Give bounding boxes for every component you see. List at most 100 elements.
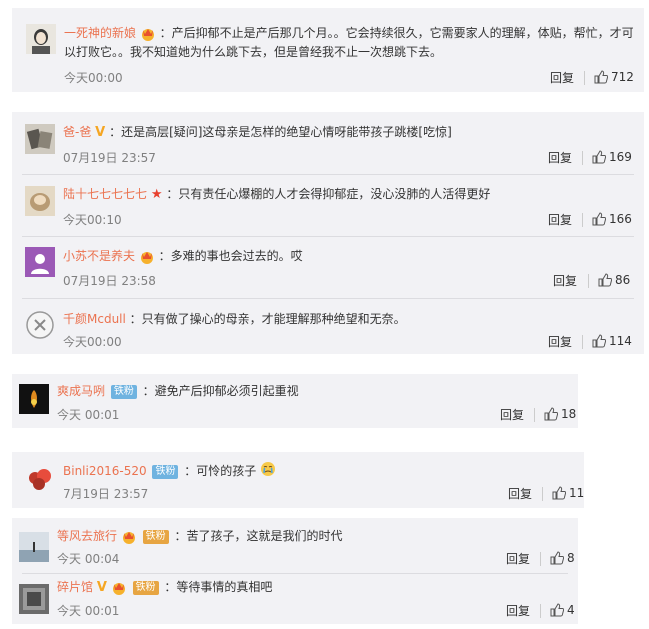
comment-text: ：多难的事也会过去的。哎: [158, 249, 303, 263]
timestamp: 07月19日 23:58: [63, 274, 156, 288]
thumbs-up-icon: [594, 70, 608, 84]
verified-v-icon: V: [96, 580, 107, 595]
reply-button[interactable]: 回复: [550, 69, 574, 86]
like-count: 8: [567, 551, 575, 565]
username[interactable]: 陆十七七七七七: [63, 187, 147, 201]
divider: [582, 151, 583, 165]
reply-button[interactable]: 回复: [506, 602, 530, 619]
username[interactable]: 等风去旅行: [57, 529, 117, 543]
like-button[interactable]: 166: [592, 212, 632, 226]
thumbs-up-icon: [598, 273, 612, 287]
thumbs-up-icon: [544, 407, 558, 421]
reply-button[interactable]: 回复: [500, 406, 524, 423]
like-button[interactable]: 8: [550, 551, 575, 565]
thumbs-up-icon: [592, 334, 606, 348]
verified-v-icon: V: [95, 125, 106, 140]
star-icon: ★: [150, 187, 163, 202]
thumbs-up-icon: [592, 212, 606, 226]
fan-badge: 铁粉: [152, 464, 179, 479]
comment-text: ：等待事情的真相吧: [164, 580, 273, 594]
avatar[interactable]: [25, 464, 55, 494]
divider: [582, 213, 583, 227]
divider: [540, 604, 541, 618]
separator: [22, 174, 634, 175]
timestamp: 今天00:00: [64, 71, 123, 85]
crown-badge-icon: [140, 27, 156, 41]
timestamp: 07月19日 23:57: [63, 151, 156, 165]
comment-text: ：可怜的孩子: [184, 464, 257, 478]
reply-button[interactable]: 回复: [553, 272, 577, 289]
like-button[interactable]: 712: [594, 70, 634, 84]
thumbs-up-icon: [550, 603, 564, 617]
fan-badge: 铁粉: [110, 384, 137, 399]
comment-text: ：产后抑郁不止是产后那几个月。。它会持续很久，它需要家人的理解，体贴，帮忙，才可: [159, 26, 634, 40]
reply-button[interactable]: 回复: [548, 149, 572, 166]
comment-text: ：还是高层[疑问]这母亲是怎样的绝望心情呀能带孩子跳楼[吃惊]: [109, 125, 452, 139]
avatar[interactable]: [19, 584, 49, 614]
crying-face-icon: [260, 461, 276, 482]
like-count: 166: [609, 212, 632, 226]
like-count: 86: [615, 273, 631, 287]
username[interactable]: 爸-爸: [63, 125, 91, 139]
avatar[interactable]: [26, 24, 56, 54]
username[interactable]: 小苏不是养夫: [63, 249, 135, 263]
like-count: 4: [567, 603, 575, 617]
divider: [582, 335, 583, 349]
like-button[interactable]: 11: [552, 486, 584, 500]
comment-text: ：避免产后抑郁必须引起重视: [142, 384, 299, 398]
username[interactable]: 爽成马咧: [57, 384, 105, 398]
username[interactable]: 碎片馆: [57, 580, 93, 594]
like-button[interactable]: 86: [598, 273, 630, 287]
comment-card-3: 爽成马咧 铁粉 ：避免产后抑郁必须引起重视 今天 00:01 回复 18: [12, 374, 578, 428]
timestamp: 今天 00:01: [57, 604, 120, 618]
comment-text: ：只有做了操心的母亲，才能理解那种绝望和无奈。: [129, 312, 406, 326]
avatar[interactable]: [25, 186, 55, 216]
username[interactable]: Binli2016-520: [63, 464, 147, 478]
fan-badge: 铁粉: [132, 580, 159, 595]
reply-button[interactable]: 回复: [548, 211, 572, 228]
timestamp: 今天00:10: [63, 213, 122, 227]
like-count: 11: [569, 486, 585, 500]
username[interactable]: 千颜Mcdull: [63, 312, 126, 326]
separator: [22, 298, 634, 299]
separator: [22, 236, 634, 237]
divider: [542, 487, 543, 501]
comment-card-1: 一死神的新娘 ：产后抑郁不止是产后那几个月。。它会持续很久，它需要家人的理解，体…: [12, 8, 644, 92]
crown-badge-icon: [139, 250, 155, 264]
divider: [588, 274, 589, 288]
avatar[interactable]: [19, 384, 49, 414]
reply-button[interactable]: 回复: [548, 333, 572, 350]
timestamp: 今天00:00: [63, 335, 122, 349]
comment-group-card: 爸-爸 V ：还是高层[疑问]这母亲是怎样的绝望心情呀能带孩子跳楼[吃惊] 07…: [12, 112, 644, 354]
like-button[interactable]: 18: [544, 407, 576, 421]
thumbs-up-icon: [592, 150, 606, 164]
thumbs-up-icon: [550, 551, 564, 565]
avatar[interactable]: [25, 124, 55, 154]
avatar[interactable]: [25, 247, 55, 277]
reply-button[interactable]: 回复: [506, 550, 530, 567]
like-count: 712: [611, 70, 634, 84]
divider: [534, 408, 535, 422]
comment-card-4: Binli2016-520 铁粉 ：可怜的孩子 7月19日 23:57 回复 1…: [12, 452, 584, 508]
timestamp: 今天 00:04: [57, 552, 120, 566]
comment-text: ：只有责任心爆棚的人才会得抑郁症，没心没肺的人活得更好: [166, 187, 491, 201]
fan-badge: 铁粉: [142, 529, 169, 544]
avatar[interactable]: [25, 310, 55, 340]
crown-badge-icon: [111, 581, 127, 595]
divider: [584, 71, 585, 85]
like-button[interactable]: 114: [592, 334, 632, 348]
thumbs-up-icon: [552, 486, 566, 500]
like-button[interactable]: 169: [592, 150, 632, 164]
separator: [22, 573, 568, 574]
timestamp: 今天 00:01: [57, 408, 120, 422]
reply-button[interactable]: 回复: [508, 485, 532, 502]
comment-text: ：苦了孩子，这就是我们的时代: [174, 529, 343, 543]
username[interactable]: 一死神的新娘: [64, 26, 136, 40]
avatar[interactable]: [19, 532, 49, 562]
comment-text-continued: 以打败它。。我不知道她为什么跳下去，但是曾经我不止一次想跳下去。: [64, 45, 443, 59]
like-button[interactable]: 4: [550, 603, 575, 617]
like-count: 114: [609, 334, 632, 348]
like-count: 18: [561, 407, 577, 421]
divider: [540, 552, 541, 566]
timestamp: 7月19日 23:57: [63, 487, 149, 501]
